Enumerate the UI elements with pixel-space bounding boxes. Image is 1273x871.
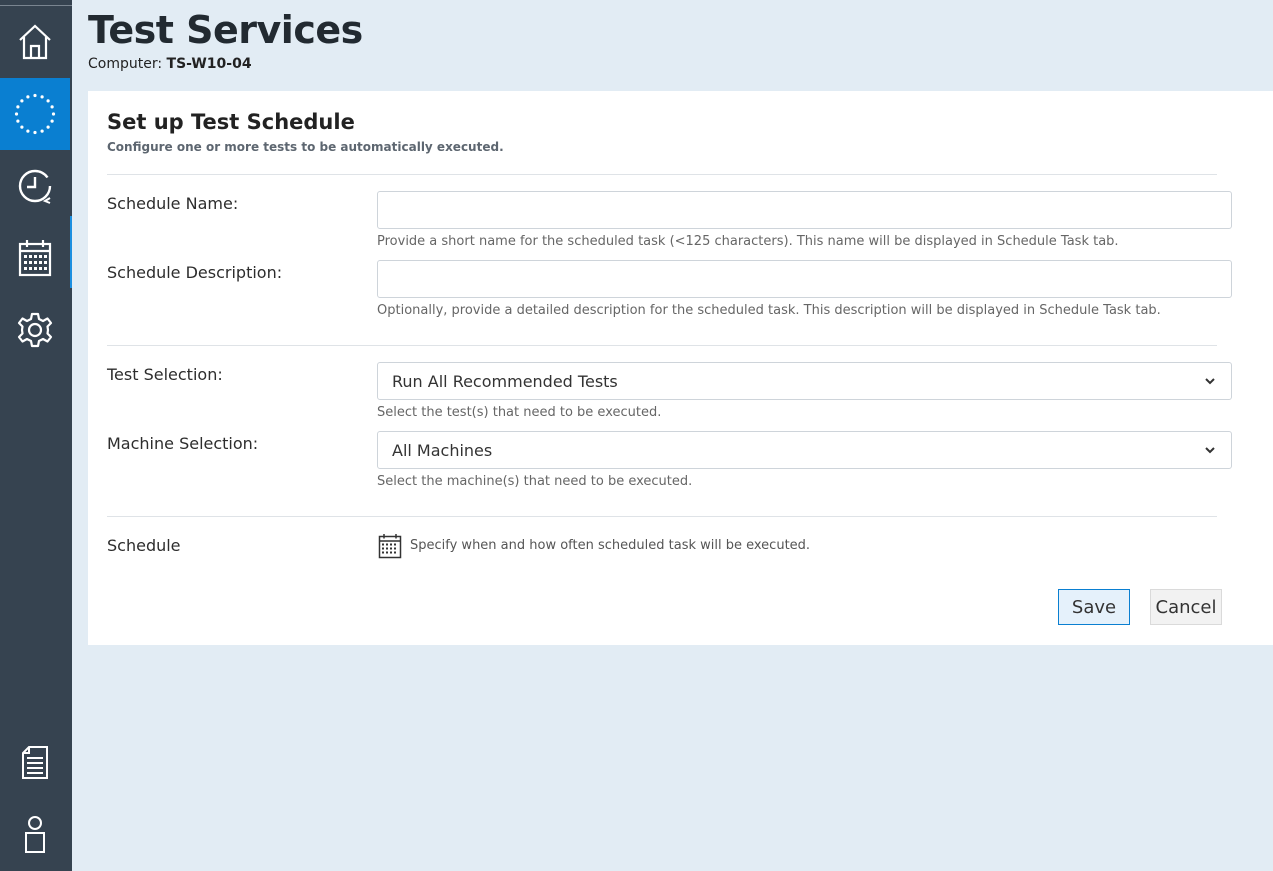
divider — [107, 345, 1217, 346]
sidebar-accent — [70, 216, 72, 288]
test-selection-label: Test Selection: — [107, 365, 223, 384]
sidebar-item-history[interactable] — [0, 150, 70, 222]
schedule-description-input[interactable] — [377, 260, 1232, 298]
test-selection-dropdown[interactable]: Run All Recommended Tests — [377, 362, 1232, 400]
machine-selection-help: Select the machine(s) that need to be ex… — [377, 474, 693, 489]
history-clock-icon — [18, 169, 52, 204]
page-title: Test Services — [88, 8, 363, 52]
gear-icon — [17, 312, 53, 348]
schedule-description-help: Optionally, provide a detailed descripti… — [377, 303, 1161, 318]
document-icon — [22, 746, 48, 779]
user-icon — [25, 816, 45, 853]
sidebar-item-account[interactable] — [0, 799, 70, 871]
sidebar-item-test-services[interactable] — [0, 78, 70, 150]
spinner-icon — [14, 93, 56, 135]
schedule-description-label: Schedule Description: — [107, 263, 283, 282]
sidebar — [0, 0, 72, 871]
schedule-name-input[interactable] — [377, 191, 1232, 229]
sidebar-item-home[interactable] — [0, 6, 70, 78]
machine-selection-value: All Machines — [392, 440, 493, 460]
calendar-icon[interactable] — [378, 533, 402, 559]
sidebar-item-reports[interactable] — [0, 727, 70, 799]
schedule-form-card: Set up Test Schedule Configure one or mo… — [88, 91, 1273, 645]
schedule-name-help: Provide a short name for the scheduled t… — [377, 234, 1119, 249]
test-selection-help: Select the test(s) that need to be execu… — [377, 405, 662, 420]
home-icon — [19, 24, 51, 60]
computer-name: TS-W10-04 — [166, 56, 252, 72]
schedule-name-label: Schedule Name: — [107, 194, 239, 213]
calendar-icon — [18, 240, 52, 277]
machine-selection-dropdown[interactable]: All Machines — [377, 431, 1232, 469]
sidebar-item-settings[interactable] — [0, 294, 70, 366]
schedule-help: Specify when and how often scheduled tas… — [410, 538, 811, 553]
divider — [107, 174, 1217, 175]
chevron-down-icon — [1205, 447, 1215, 454]
cancel-button[interactable]: Cancel — [1150, 589, 1222, 625]
computer-info: Computer: TS-W10-04 — [88, 56, 252, 72]
test-selection-value: Run All Recommended Tests — [392, 371, 618, 391]
chevron-down-icon — [1205, 378, 1215, 385]
schedule-label: Schedule — [107, 536, 181, 555]
form-subtitle: Configure one or more tests to be automa… — [107, 140, 504, 154]
sidebar-item-schedule[interactable] — [0, 222, 70, 294]
machine-selection-label: Machine Selection: — [107, 434, 259, 453]
form-title: Set up Test Schedule — [107, 110, 355, 134]
save-button[interactable]: Save — [1058, 589, 1130, 625]
computer-label: Computer: — [88, 56, 163, 72]
divider — [107, 516, 1217, 517]
